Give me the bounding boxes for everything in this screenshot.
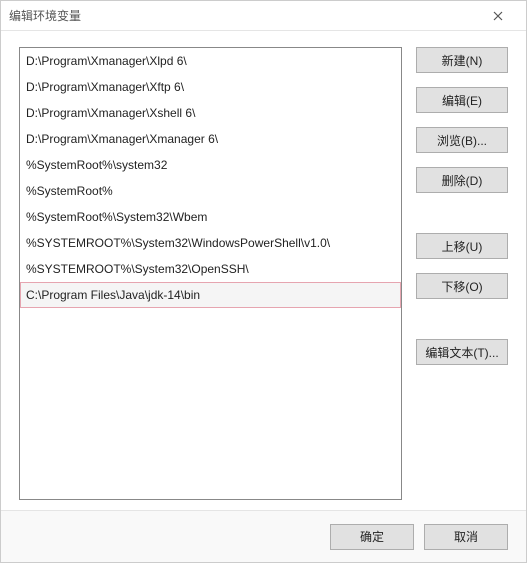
window-title: 编辑环境变量 [9,7,478,24]
edit-button[interactable]: 编辑(E) [416,87,508,113]
list-item[interactable]: %SystemRoot%\system32 [20,152,401,178]
spacer [416,207,508,233]
spacer [416,313,508,339]
edit-text-button[interactable]: 编辑文本(T)... [416,339,508,365]
cancel-button[interactable]: 取消 [424,524,508,550]
new-button[interactable]: 新建(N) [416,47,508,73]
path-list-container: D:\Program\Xmanager\Xlpd 6\D:\Program\Xm… [19,47,402,500]
list-item[interactable]: C:\Program Files\Java\jdk-14\bin [20,282,401,308]
delete-button[interactable]: 删除(D) [416,167,508,193]
titlebar: 编辑环境变量 [1,1,526,31]
side-buttons: 新建(N) 编辑(E) 浏览(B)... 删除(D) 上移(U) 下移(O) 编… [416,47,508,500]
list-item[interactable]: %SYSTEMROOT%\System32\WindowsPowerShell\… [20,230,401,256]
path-list[interactable]: D:\Program\Xmanager\Xlpd 6\D:\Program\Xm… [20,48,401,308]
ok-button[interactable]: 确定 [330,524,414,550]
footer: 确定 取消 [1,510,526,562]
browse-button[interactable]: 浏览(B)... [416,127,508,153]
list-item[interactable]: D:\Program\Xmanager\Xmanager 6\ [20,126,401,152]
list-item[interactable]: D:\Program\Xmanager\Xshell 6\ [20,100,401,126]
list-item[interactable]: D:\Program\Xmanager\Xftp 6\ [20,74,401,100]
close-icon [493,11,503,21]
list-item[interactable]: D:\Program\Xmanager\Xlpd 6\ [20,48,401,74]
move-up-button[interactable]: 上移(U) [416,233,508,259]
list-item[interactable]: %SystemRoot%\System32\Wbem [20,204,401,230]
close-button[interactable] [478,2,518,30]
list-item[interactable]: %SystemRoot% [20,178,401,204]
list-item[interactable]: %SYSTEMROOT%\System32\OpenSSH\ [20,256,401,282]
dialog-window: 编辑环境变量 D:\Program\Xmanager\Xlpd 6\D:\Pro… [0,0,527,563]
move-down-button[interactable]: 下移(O) [416,273,508,299]
content-area: D:\Program\Xmanager\Xlpd 6\D:\Program\Xm… [1,31,526,510]
